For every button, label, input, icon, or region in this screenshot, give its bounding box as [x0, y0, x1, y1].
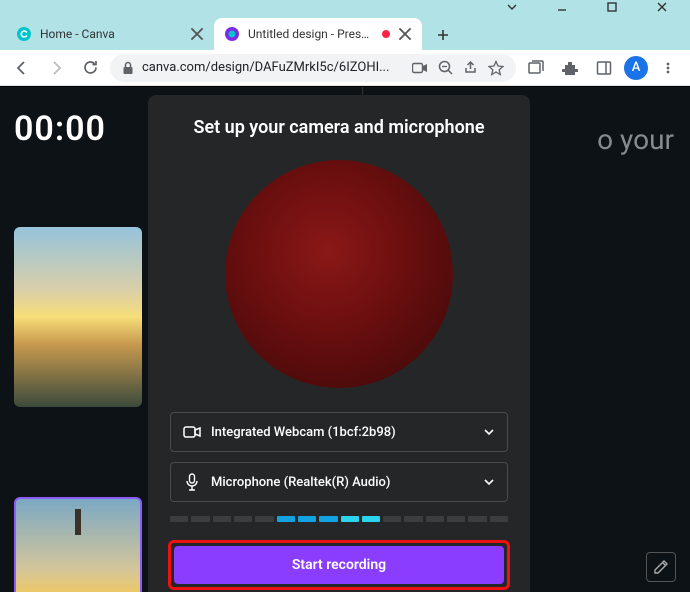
nav-forward-button[interactable] [42, 54, 70, 82]
url-text: canva.com/design/DAFuZMrkI5c/6IZOHI... [142, 60, 404, 75]
edit-button[interactable] [646, 552, 676, 582]
slide-text-fragment: o your [597, 123, 674, 156]
nav-back-button[interactable] [8, 54, 36, 82]
slide-thumbnail[interactable] [14, 497, 142, 592]
zoom-icon[interactable] [438, 60, 453, 75]
mic-level-segment [191, 516, 209, 522]
mic-level-segment [213, 516, 231, 522]
start-recording-highlight: Start recording [168, 540, 510, 590]
browser-tab[interactable]: Home - Canva [6, 18, 214, 50]
profile-avatar[interactable]: A [624, 56, 648, 80]
microphone-icon [183, 473, 201, 491]
sidepanel-icon[interactable] [590, 54, 618, 82]
camera-icon [183, 423, 201, 441]
mic-level-meter [170, 516, 508, 522]
recording-indicator-icon [382, 30, 390, 38]
tab-close-icon[interactable] [398, 27, 412, 41]
window-dropdown-button[interactable] [498, 0, 526, 14]
share-icon[interactable] [463, 60, 478, 75]
window-close-button[interactable] [648, 0, 676, 14]
mic-level-segment [468, 516, 486, 522]
address-bar[interactable]: canva.com/design/DAFuZMrkI5c/6IZOHI... [110, 54, 516, 82]
mic-level-segment [447, 516, 465, 522]
modal-title: Set up your camera and microphone [173, 117, 504, 138]
canva-favicon-icon [16, 26, 32, 42]
tab-close-icon[interactable] [190, 27, 204, 41]
chevron-down-icon [483, 426, 495, 438]
bookmark-star-icon[interactable] [488, 60, 504, 76]
microphone-selector[interactable]: Microphone (Realtek(R) Audio) [170, 462, 508, 502]
camera-label: Integrated Webcam (1bcf:2b98) [211, 425, 473, 440]
chevron-down-icon [483, 476, 495, 488]
app-content: 00:00 o your Set up your camera and micr… [0, 86, 690, 592]
browser-tab[interactable]: Untitled design - Presen [214, 18, 422, 50]
mic-level-segment [277, 516, 295, 522]
window-minimize-button[interactable] [548, 0, 576, 14]
mic-level-segment [170, 516, 188, 522]
microphone-label: Microphone (Realtek(R) Audio) [211, 475, 473, 490]
mic-level-segment [362, 516, 380, 522]
tab-title: Home - Canva [40, 27, 182, 41]
canva-favicon-icon [224, 26, 240, 42]
nav-reload-button[interactable] [76, 54, 104, 82]
mic-level-segment [319, 516, 337, 522]
window-maximize-button[interactable] [598, 0, 626, 14]
mic-level-segment [298, 516, 316, 522]
browser-menu-button[interactable] [654, 54, 682, 82]
window-titlebar [0, 0, 690, 14]
mic-level-segment [383, 516, 401, 522]
recording-setup-modal: Set up your camera and microphone Integr… [148, 95, 530, 592]
new-tab-button[interactable] [428, 20, 458, 50]
camera-selector[interactable]: Integrated Webcam (1bcf:2b98) [170, 412, 508, 452]
start-recording-button[interactable]: Start recording [174, 546, 504, 584]
lock-icon [122, 61, 134, 75]
mic-level-segment [341, 516, 359, 522]
mic-level-segment [234, 516, 252, 522]
mic-level-segment [255, 516, 273, 522]
slide-thumbnail[interactable] [14, 227, 142, 407]
extensions-icon[interactable] [556, 54, 584, 82]
recording-timer: 00:00 [14, 109, 106, 149]
camera-indicator-icon[interactable] [412, 62, 428, 74]
tab-title: Untitled design - Presen [248, 27, 374, 41]
tabs-overview-icon[interactable] [522, 54, 550, 82]
camera-preview [225, 160, 453, 388]
mic-level-segment [426, 516, 444, 522]
browser-toolbar: canva.com/design/DAFuZMrkI5c/6IZOHI... A [0, 50, 690, 86]
browser-tabstrip: Home - Canva Untitled design - Presen [0, 14, 690, 50]
mic-level-segment [490, 516, 508, 522]
mic-level-segment [404, 516, 422, 522]
